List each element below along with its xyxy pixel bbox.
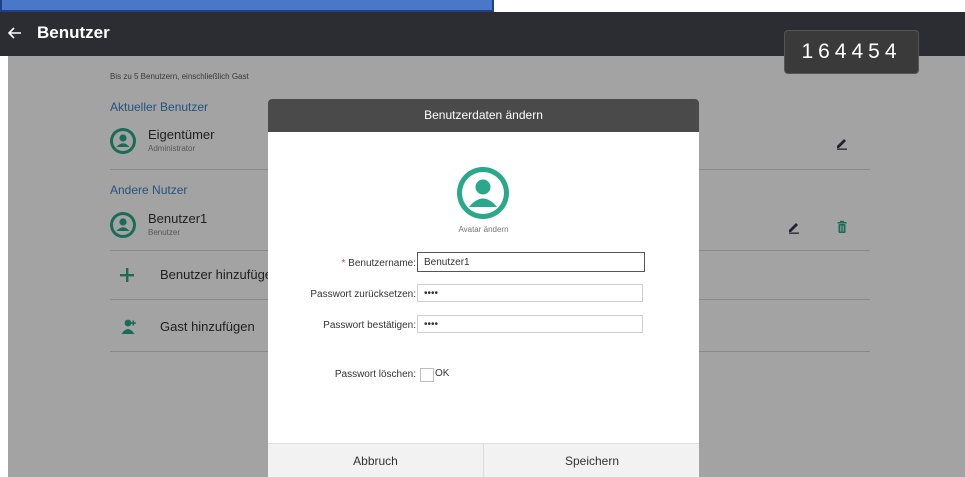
delete-password-checkbox[interactable] [420, 368, 434, 382]
edit-user-dialog: Benutzerdaten ändern Avatar ändern * Ben… [268, 99, 699, 477]
dialog-footer: Abbruch Speichern [268, 443, 699, 477]
change-avatar-icon[interactable] [457, 167, 509, 219]
cancel-button[interactable]: Abbruch [268, 444, 484, 477]
dialog-title: Benutzerdaten ändern [268, 99, 699, 132]
pin-code-badge: 164454 [784, 30, 919, 74]
top-selection-strip [0, 0, 494, 12]
required-marker: * [341, 258, 346, 269]
username-field[interactable] [417, 252, 645, 272]
username-label: * Benutzername: [341, 258, 416, 269]
back-arrow-icon[interactable] [7, 25, 23, 41]
delete-password-ok-label: OK [435, 368, 450, 379]
confirm-password-field[interactable] [417, 315, 643, 333]
screen: Benutzer Bis zu 5 Benutzern, einschließl… [0, 0, 965, 477]
reset-password-label: Passwort zurücksetzen: [310, 289, 416, 300]
reset-password-field[interactable] [417, 284, 643, 302]
delete-password-label: Passwort löschen: [334, 369, 416, 380]
change-avatar-label[interactable]: Avatar ändern [268, 225, 699, 234]
save-button[interactable]: Speichern [485, 444, 699, 477]
confirm-password-label: Passwort bestätigen: [323, 320, 416, 331]
page-title: Benutzer [37, 23, 110, 42]
